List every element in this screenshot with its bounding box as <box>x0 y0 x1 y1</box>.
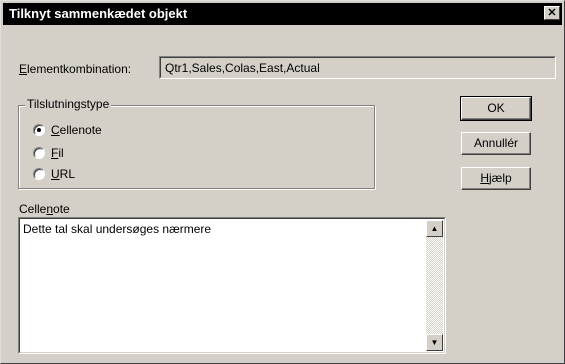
cellnote-label: Cellenote <box>19 202 70 216</box>
dialog-title: Tilknyt sammenkædet objekt <box>9 6 188 21</box>
connection-type-legend: Tilslutningstype <box>25 97 112 111</box>
cellnote-textarea[interactable]: Dette tal skal undersøges nærmere ▲ ▼ <box>18 217 446 354</box>
arrow-down-icon: ▼ <box>430 338 439 347</box>
cellnote-text: Dette tal skal undersøges nærmere <box>23 222 212 236</box>
cancel-button[interactable]: Annullér <box>461 132 531 155</box>
radio-url-label: URL <box>51 167 76 181</box>
scroll-down-button[interactable]: ▼ <box>426 334 443 351</box>
radio-file[interactable]: Fil <box>33 145 64 161</box>
radio-cellnote[interactable]: Cellenote <box>33 122 102 138</box>
help-button[interactable]: Hjælp <box>461 167 531 190</box>
radio-indicator <box>33 147 45 159</box>
scroll-up-button[interactable]: ▲ <box>426 220 443 237</box>
radio-cellnote-label: Cellenote <box>51 123 102 137</box>
radio-url[interactable]: URL <box>33 166 75 182</box>
close-icon: ✕ <box>547 7 557 19</box>
radio-indicator <box>33 168 45 180</box>
radio-file-label: Fil <box>51 146 64 160</box>
close-button[interactable]: ✕ <box>544 6 560 20</box>
combination-label: Elementkombination: <box>19 62 132 76</box>
cellnote-scrollbar[interactable]: ▲ ▼ <box>426 220 443 351</box>
link-object-dialog: Tilknyt sammenkædet objekt ✕ Elementkomb… <box>0 0 565 364</box>
title-bar: Tilknyt sammenkædet objekt ✕ <box>3 3 562 25</box>
radio-indicator <box>33 124 45 136</box>
combination-value: Qtr1,Sales,Colas,East,Actual <box>165 61 320 75</box>
arrow-up-icon: ▲ <box>430 224 439 233</box>
combination-field: Qtr1,Sales,Colas,East,Actual <box>159 56 556 79</box>
ok-button[interactable]: OK <box>460 96 532 121</box>
